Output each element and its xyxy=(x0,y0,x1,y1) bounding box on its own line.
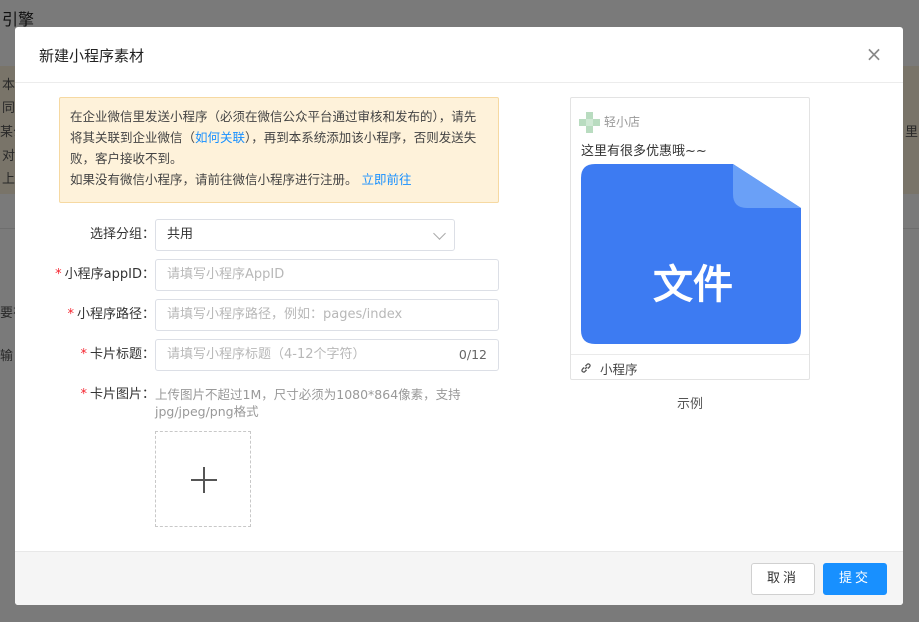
notice-tip: 在企业微信里发送小程序（必须在微信公众平台通过审核和发布的），请先将其关联到企业… xyxy=(59,97,499,203)
image-upload-button[interactable] xyxy=(155,431,251,527)
path-input[interactable]: 请填写小程序路径，例如：pages/index xyxy=(155,299,499,331)
cancel-button[interactable]: 取消 xyxy=(751,563,815,595)
link-icon xyxy=(581,363,591,373)
preview-card-title: 这里有很多优惠哦~~ xyxy=(581,144,707,159)
register-now-link[interactable]: 立即前往 xyxy=(362,172,412,187)
dialog-header: 新建小程序素材 × xyxy=(15,27,903,83)
required-mark: * xyxy=(67,307,74,322)
appid-row: * 小程序appID： 请填写小程序AppID xyxy=(15,259,515,291)
preview-footer-label: 小程序 xyxy=(600,362,638,377)
file-icon-label: 文件 xyxy=(653,262,733,308)
card-image-hint: 上传图片不超过1M，尺寸必须为1080*864像素，支持jpg/jpeg/png… xyxy=(155,387,461,419)
required-mark: * xyxy=(80,347,87,362)
new-miniprogram-dialog: 新建小程序素材 × 在企业微信里发送小程序（必须在微信公众平台通过审核和发布的）… xyxy=(15,27,903,605)
preview-card-footer: 小程序 xyxy=(571,354,809,380)
group-label: 选择分组： xyxy=(89,227,155,242)
card-title-input[interactable]: 请填写小程序标题（4-12个字符） 0/12 xyxy=(155,339,499,371)
card-title-row: * 卡片标题： 请填写小程序标题（4-12个字符） 0/12 xyxy=(15,339,515,371)
appid-label: * 小程序appID： xyxy=(55,267,155,282)
card-title-label: * 卡片标题： xyxy=(80,347,155,362)
path-placeholder: 请填写小程序路径，例如：pages/index xyxy=(167,307,403,322)
file-document-icon: 文件 xyxy=(581,164,801,344)
chevron-down-icon xyxy=(433,227,446,240)
path-label: * 小程序路径： xyxy=(67,307,155,322)
group-select-value: 共用 xyxy=(167,227,194,242)
group-row: 选择分组： 共用 xyxy=(15,219,515,251)
card-image-label: * 卡片图片： xyxy=(80,387,155,402)
plus-icon xyxy=(203,467,205,493)
how-to-link-link[interactable]: 如何关联 xyxy=(195,130,245,145)
appid-placeholder: 请填写小程序AppID xyxy=(167,267,285,282)
required-mark: * xyxy=(55,267,62,282)
close-icon[interactable]: × xyxy=(863,43,885,65)
path-row: * 小程序路径： 请填写小程序路径，例如：pages/index xyxy=(15,299,515,331)
required-mark: * xyxy=(80,387,87,402)
tip-text: 如果没有微信小程序，请前往微信小程序进行注册。 xyxy=(70,172,358,187)
dialog-footer: 取消 提交 xyxy=(15,551,903,605)
submit-button[interactable]: 提交 xyxy=(823,563,887,595)
card-title-counter: 0/12 xyxy=(458,347,487,362)
preview-app-name: 轻小店 xyxy=(604,115,641,129)
dialog-title: 新建小程序素材 xyxy=(39,47,145,65)
group-select[interactable]: 共用 xyxy=(155,219,455,251)
app-logo-icon xyxy=(579,112,600,133)
example-caption: 示例 xyxy=(676,397,703,412)
appid-input[interactable]: 请填写小程序AppID xyxy=(155,259,499,291)
card-title-placeholder: 请填写小程序标题（4-12个字符） xyxy=(167,347,366,362)
preview-card: 轻小店 这里有很多优惠哦~~ 文件 小程序 xyxy=(570,97,810,380)
